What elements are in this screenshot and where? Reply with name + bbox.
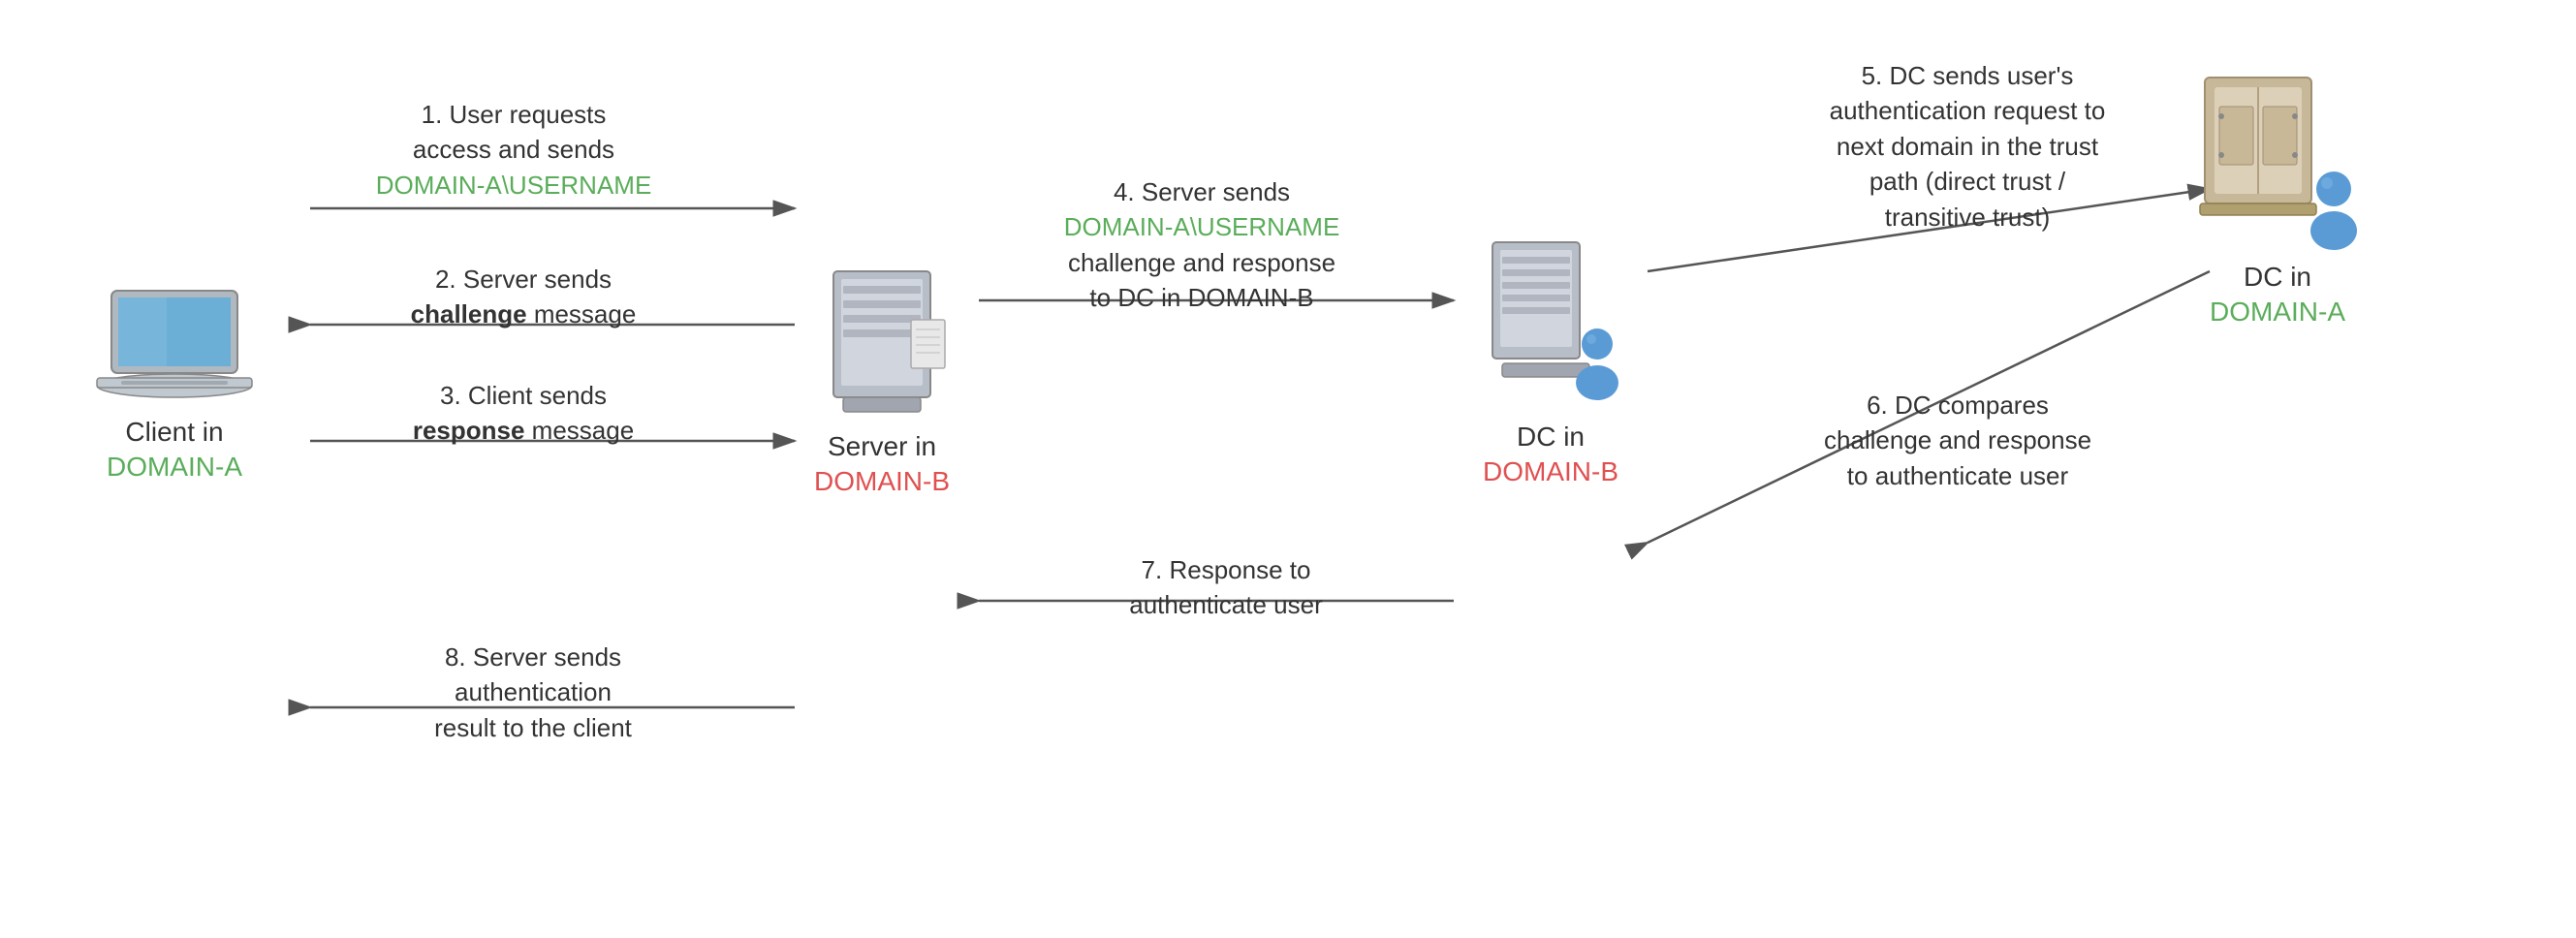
arrow8-label: 8. Server sendsauthenticationresult to t… [368,640,698,745]
server-label: Server inDOMAIN-B [814,429,950,500]
arrow7-label: 7. Response toauthenticate user [1066,552,1386,623]
dc-b-icon [1473,233,1628,412]
client-node: Client inDOMAIN-A [58,281,291,485]
dc-b-node: DC inDOMAIN-B [1434,233,1667,490]
arrow5-label: 5. DC sends user'sauthentication request… [1764,58,2171,234]
dc-b-label: DC inDOMAIN-B [1483,420,1618,490]
laptop-icon [92,281,257,407]
server-icon [814,262,950,422]
diagram: 1. User requestsaccess and sendsDOMAIN-A… [0,0,2576,938]
arrow3-label: 3. Client sendsresponse message [378,378,669,449]
dc-a-label: DC inDOMAIN-A [2210,260,2345,330]
arrow6-label: 6. DC compareschallenge and responseto a… [1774,388,2142,493]
arrow1-label: 1. User requestsaccess and sendsDOMAIN-A… [359,97,669,203]
dc-a-icon [2190,58,2365,252]
arrow2-label: 2. Server sendschallenge message [378,262,669,332]
client-label: Client inDOMAIN-A [107,415,242,485]
server-node: Server inDOMAIN-B [775,262,989,500]
dc-a-node: DC inDOMAIN-A [2161,58,2394,330]
arrow4-label: 4. Server sendsDOMAIN-A\USERNAMEchalleng… [1008,174,1396,316]
